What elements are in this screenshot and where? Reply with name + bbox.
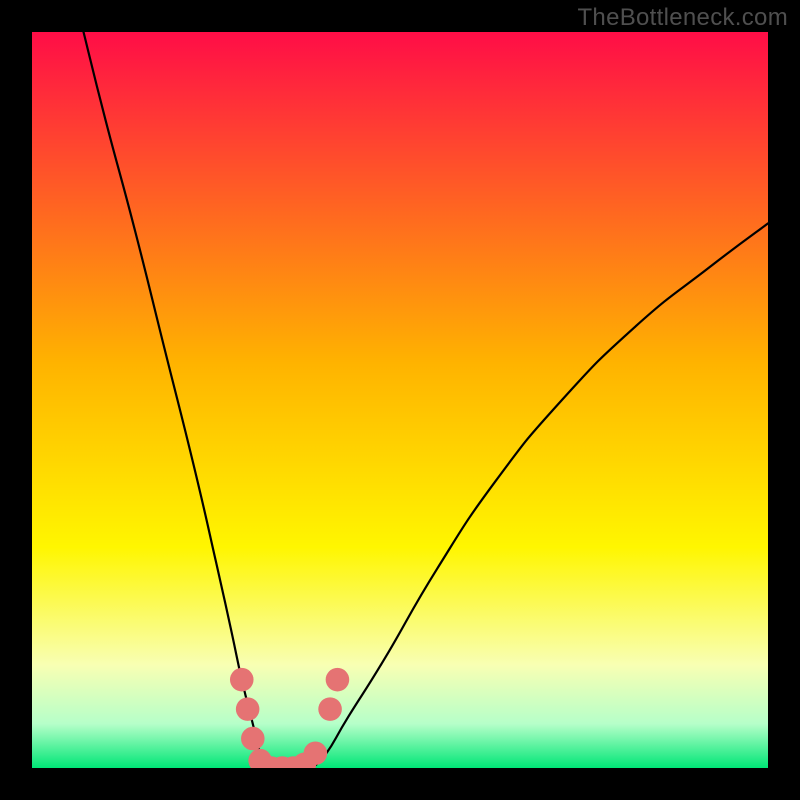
marker-dot: [304, 742, 328, 766]
marker-dot: [241, 727, 265, 751]
marker-dot: [236, 697, 260, 721]
plot-area: [32, 32, 768, 768]
marker-dot: [326, 668, 350, 692]
marker-dot: [230, 668, 254, 692]
plot-svg: [32, 32, 768, 768]
chart-frame: TheBottleneck.com: [0, 0, 800, 800]
plot-background: [32, 32, 768, 768]
watermark-label: TheBottleneck.com: [577, 4, 788, 32]
marker-dot: [318, 697, 342, 721]
